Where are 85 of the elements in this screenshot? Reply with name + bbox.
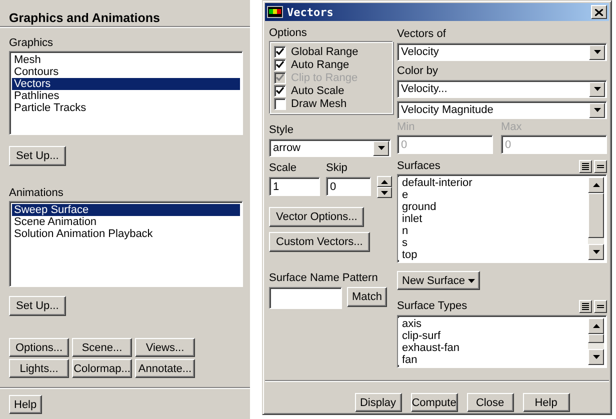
scale-field[interactable]: 1 [269,177,320,196]
list-item[interactable]: default-interior [400,177,588,189]
vector-options-button[interactable]: Vector Options... [269,207,364,227]
lines-icon[interactable] [579,300,592,313]
dropdown[interactable]: Velocity [397,43,607,61]
spin-up-button[interactable] [377,176,392,187]
list-item[interactable]: exhaust-fan [400,342,588,354]
equals-icon[interactable] [594,160,607,173]
list-item[interactable]: s [400,237,588,249]
checkbox-label: Auto Scale [291,84,344,96]
arrow-down-icon [381,190,388,194]
field-label: Surfaces [397,160,440,173]
field-label: Vectors of [397,28,446,41]
list-item[interactable]: inlet [400,213,588,225]
list-item[interactable]: Vectors [12,78,240,90]
field-label: Color by [397,65,438,78]
dropdown-arrow-icon[interactable] [594,108,600,112]
field-label: Style [269,124,294,137]
checkbox-label: Auto Range [291,58,350,70]
panel-button[interactable]: Options... [9,338,69,357]
window-title: Vectors [287,6,334,18]
dropdown[interactable]: Velocity... [397,80,607,98]
equals-icon[interactable] [594,300,607,313]
setup-button[interactable]: Set Up... [9,146,66,166]
list-item[interactable]: Solution Animation Playback [12,228,240,240]
dialog-button[interactable]: Compute [410,393,458,412]
checkbox-label: Draw Mesh [291,98,347,110]
dropdown-arrow-icon[interactable] [378,146,384,150]
list-item[interactable]: top [400,249,588,260]
scrollbar[interactable] [588,318,604,365]
new-surface-button[interactable]: New Surface [397,271,480,290]
spin-down-button[interactable] [377,187,392,198]
field-label: Options [269,27,307,40]
list-item[interactable]: ground [400,201,588,213]
list-item[interactable]: clip-surf [400,330,588,342]
dialog-button[interactable]: Close [466,393,514,412]
list-item[interactable]: e [400,189,588,201]
list-item[interactable]: Pathlines [12,90,240,102]
app-icon [267,6,283,18]
section-label: Graphics [9,37,54,50]
arrow-up-icon [381,180,388,184]
list-item[interactable]: n [400,225,588,237]
section-label: Animations [9,187,64,200]
dropdown-arrow-icon[interactable] [594,50,600,54]
setup-button[interactable]: Set Up... [9,296,66,316]
list-item[interactable]: Particle Tracks [12,102,240,114]
checkbox[interactable] [274,58,286,70]
list-item[interactable]: Contours [12,66,240,78]
checkbox[interactable] [274,84,286,96]
lines-icon[interactable] [579,160,592,173]
list-item[interactable]: fan [400,354,588,365]
scrollbar[interactable] [588,177,604,260]
list-item[interactable]: Scene Animation [12,216,240,228]
list-item[interactable]: Sweep Surface [12,204,240,216]
field-label: Skip [326,162,348,175]
pattern-field[interactable] [269,287,342,309]
panel-title: Graphics and Animations [8,10,161,26]
skip-field[interactable]: 0 [326,177,371,196]
panel-button[interactable]: Lights... [9,359,69,378]
checkbox-label: Global Range [291,46,358,58]
checkbox[interactable] [274,46,286,58]
arrow-up-icon [592,183,600,187]
dialog-button[interactable]: Help [522,393,570,412]
checkbox[interactable] [274,98,286,110]
field-label: Surface Name Pattern [269,272,378,285]
arrow-down-icon [592,355,600,359]
arrow-down-icon [592,250,600,254]
dropdown-arrow-icon[interactable] [594,87,600,91]
help-button[interactable]: Help [9,395,42,414]
list-item[interactable]: axis [400,318,588,330]
list-item[interactable]: Mesh [12,54,240,66]
panel-button[interactable]: Colormap... [72,359,132,378]
field-label: Surface Types [397,300,468,313]
arrow-up-icon [592,324,600,328]
custom-vectors-button[interactable]: Custom Vectors... [269,232,370,252]
match-button[interactable]: Match [347,287,387,307]
panel-button[interactable]: Views... [135,338,195,357]
caret-icon [468,278,475,282]
dialog-button[interactable]: Display [354,393,402,412]
panel-button[interactable]: Scene... [72,338,132,357]
panel-button[interactable]: Annotate... [135,359,195,378]
field-label: Scale [269,162,297,175]
dropdown[interactable]: arrow [269,139,391,157]
dropdown[interactable]: Velocity Magnitude [397,101,607,119]
close-icon[interactable] [591,5,607,19]
